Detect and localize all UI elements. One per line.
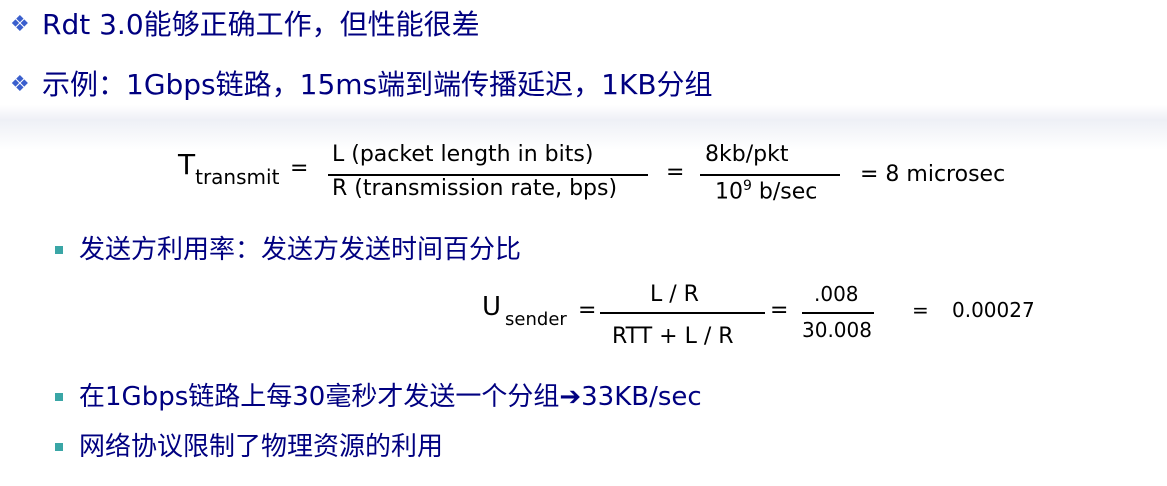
sub-bullet-throughput: 在1Gbps链路上每30毫秒才发送一个分组➔33KB/sec [55,380,702,414]
square-bullet-icon [55,443,63,451]
sub-bullet-text: 在1Gbps链路上每30毫秒才发送一个分组➔33KB/sec [79,380,702,414]
sub-bullet-text: 发送方利用率：发送方发送时间百分比 [79,235,522,265]
util-result: 0.00027 [952,298,1035,322]
diamond-bullet-icon: ❖ [10,12,30,37]
bullet-text: Rdt 3.0能够正确工作，但性能很差 [42,8,480,41]
lhs-main: U [482,292,502,322]
bullet-text: 示例：1Gbps链路，15ms端到端传播延迟，1KB分组 [42,68,713,101]
util-numerator-2: .008 [814,282,859,306]
util-lhs: Usender [482,292,567,330]
transmit-eq2: = [666,160,685,185]
lhs-sub: sender [505,309,567,330]
lhs-sub: transmit [195,165,280,189]
transmit-numerator: L (packet length in bits) [332,142,594,167]
square-bullet-icon [55,246,63,254]
den-exp: 9 [743,178,752,194]
fraction-line [700,174,840,176]
util-eq3: = [912,298,929,322]
sub-bullet-text-pre: 在1Gbps链路上每30毫秒才发送一个分组 [79,382,560,412]
sub-bullet-text: 网络协议限制了物理资源的利用 [79,432,444,462]
util-eq1: = [578,298,597,323]
transmit-lhs: Ttransmit [178,148,279,189]
sub-bullet-text-post: 33KB/sec [581,382,702,412]
square-bullet-icon [55,393,63,401]
transmit-numerator-2: 8kb/pkt [705,142,789,167]
diamond-bullet-icon: ❖ [10,72,30,97]
transmit-eq1: = [290,156,309,181]
util-denominator: RTT + L / R [612,324,734,349]
lhs-main: T [178,148,196,181]
transmit-result: = 8 microsec [860,162,1006,187]
bullet-example: ❖ 示例：1Gbps链路，15ms端到端传播延迟，1KB分组 [10,68,713,102]
sub-bullet-utilization: 发送方利用率：发送方发送时间百分比 [55,233,521,267]
util-eq2: = [770,298,789,323]
bullet-rdt-performance: ❖ Rdt 3.0能够正确工作，但性能很差 [10,8,480,42]
transmit-denominator: R (transmission rate, bps) [332,176,618,201]
slide: ❖ Rdt 3.0能够正确工作，但性能很差 ❖ 示例：1Gbps链路，15ms端… [0,0,1167,486]
util-denominator-2: 30.008 [802,318,872,342]
sub-bullet-limitation: 网络协议限制了物理资源的利用 [55,430,443,464]
den-rest: b/sec [751,179,818,205]
fraction-line [600,312,765,314]
util-numerator: L / R [650,282,699,307]
den-base: 10 [715,179,743,205]
arrow-right-icon: ➔ [559,382,582,412]
transmit-denominator-2: 109 b/sec [715,178,817,204]
fraction-line [802,312,874,314]
